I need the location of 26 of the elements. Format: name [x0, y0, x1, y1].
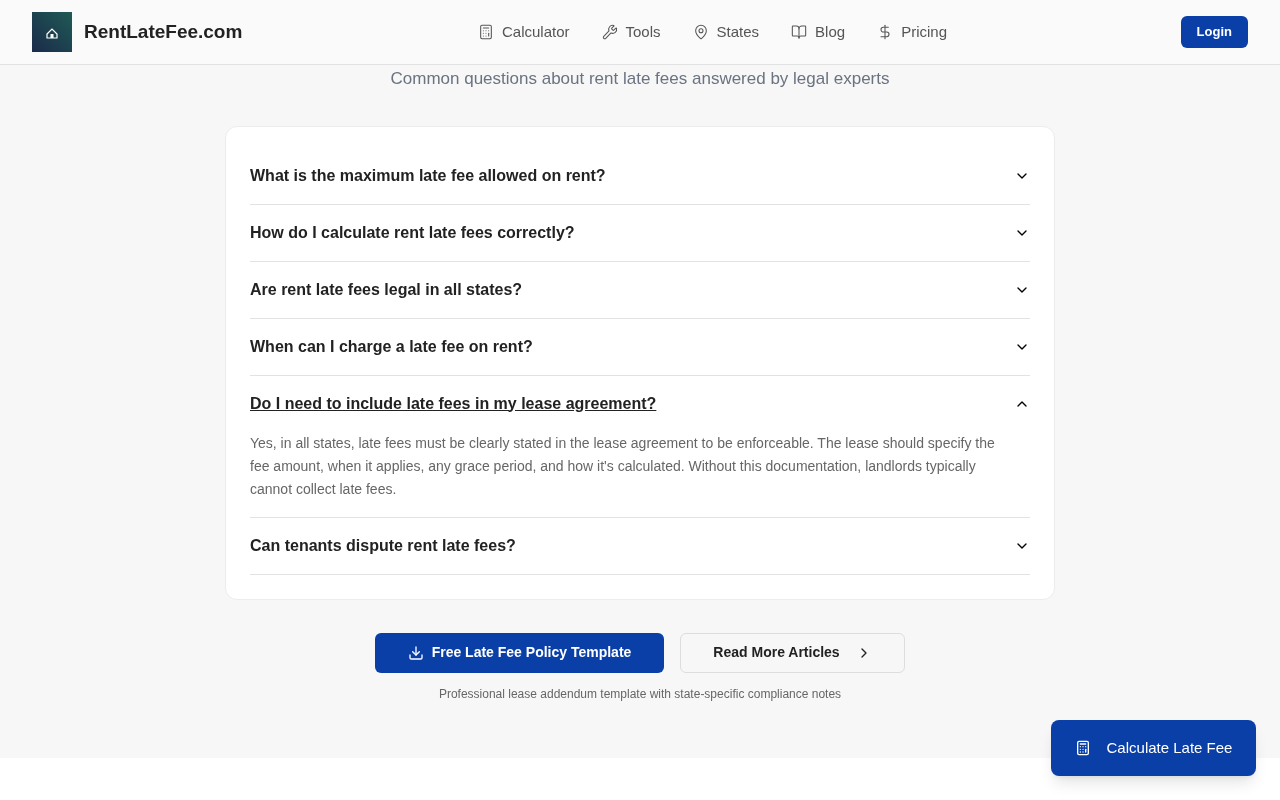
book-icon [791, 24, 808, 40]
faq-question[interactable]: Are rent late fees legal in all states? [250, 261, 1030, 318]
faq-question[interactable]: When can I charge a late fee on rent? [250, 318, 1030, 375]
read-articles-button[interactable]: Read More Articles [680, 632, 905, 673]
faq-question[interactable]: What is the maximum late fee allowed on rent? [250, 147, 1030, 204]
nav-link[interactable]: Pricing [877, 20, 947, 44]
template-note: Professional lease addendum template with state-specific compliance notes [437, 685, 843, 703]
faq-answer: Yes, in all states, late fees must be clearly stated in the lease agreement to be enforceable. The lease should specify the fee amount, when it applies, any grace period, and how it's calculated. Without this documentation, landlords typically cannot collect late fees. [250, 433, 996, 499]
section-subtitle: Common questions about rent late fees answered by legal experts [389, 68, 891, 90]
wrench-icon [601, 24, 618, 40]
calculate-late-fee-button[interactable]: Calculate Late Fee [1051, 720, 1256, 776]
calculator-icon [478, 24, 494, 40]
nav-link[interactable]: Blog [791, 20, 846, 44]
brand-name[interactable]: RentLateFee.com [84, 17, 243, 47]
nav-link[interactable]: Calculator [478, 20, 570, 44]
download-icon [407, 644, 424, 661]
faq-question[interactable]: How do I calculate rent late fees correctly? [250, 204, 1030, 261]
nav-link[interactable]: States [692, 20, 760, 44]
login-button[interactable]: Login [1180, 16, 1248, 48]
house-logo-icon[interactable] [32, 12, 72, 52]
template-download-button[interactable]: Free Late Fee Policy Template [375, 632, 664, 673]
faq-question[interactable]: Do I need to include late fees in my lease agreement? [250, 375, 1030, 432]
nav-link[interactable]: Tools [601, 20, 661, 44]
calculator-icon [1074, 740, 1091, 756]
faq-question[interactable]: Can tenants dispute rent late fees? [250, 517, 1030, 574]
map-pin-icon [692, 24, 709, 40]
